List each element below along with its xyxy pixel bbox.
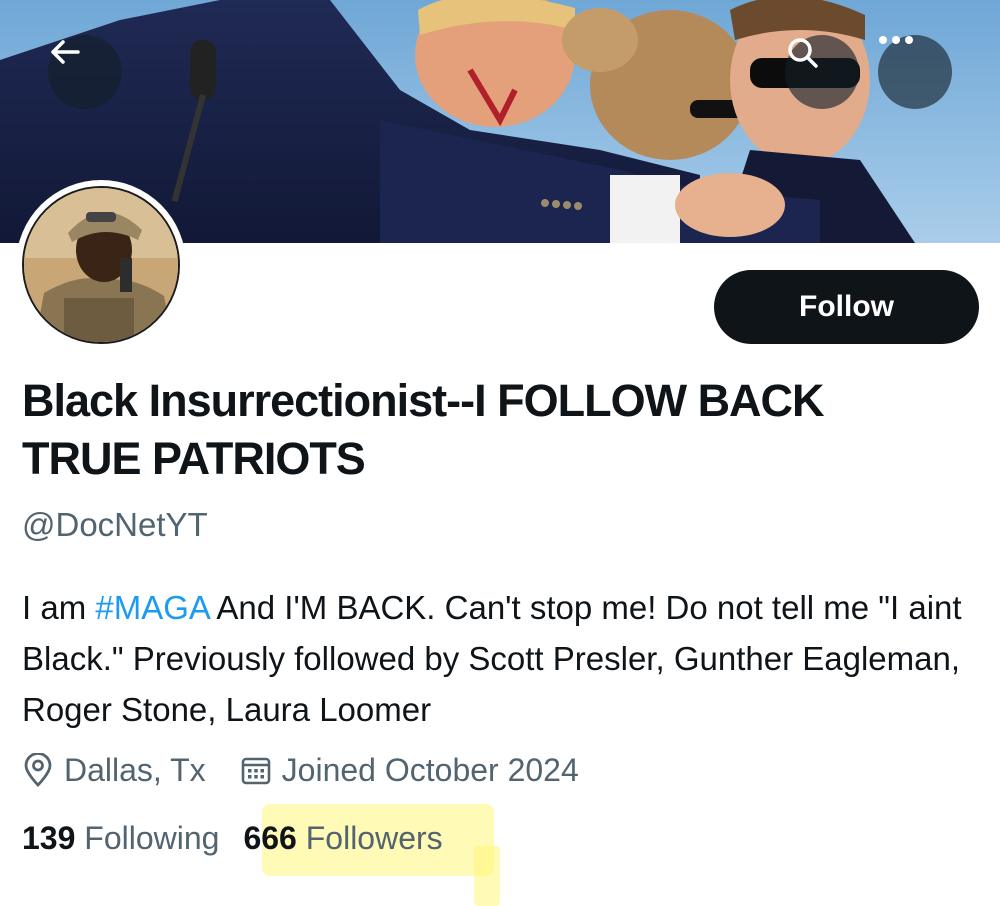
arrow-left-icon (51, 40, 80, 64)
more-horizontal-icon (879, 36, 913, 44)
avatar-photo (24, 188, 178, 342)
calendar-icon (241, 757, 270, 785)
followers-label: Followers (305, 819, 443, 856)
bio-prefix: I am (22, 589, 96, 626)
joined-item: Joined October 2024 (240, 752, 579, 789)
location-text: Dallas, Tx (64, 751, 206, 788)
profile-meta: Dallas, Tx Joined October 2024 (22, 748, 579, 792)
following-stat-link[interactable]: 139 Following (22, 820, 219, 857)
followers-stat-link[interactable]: 666 Followers (243, 820, 442, 857)
profile-bio: I am #MAGA And I'M BACK. Can't stop me! … (22, 582, 992, 735)
following-label: Following (84, 819, 220, 856)
search-button[interactable] (785, 35, 859, 109)
display-name: Black Insurrectionist--I FOLLOW BACK TRU… (22, 375, 825, 484)
more-options-button[interactable] (878, 35, 952, 109)
bio-hashtag-link[interactable]: #MAGA (95, 589, 209, 626)
follow-stats: 139 Following 666 Followers (22, 815, 443, 861)
location-item: Dallas, Tx (22, 752, 206, 789)
profile-avatar[interactable] (16, 180, 186, 350)
following-count: 139 (22, 819, 76, 856)
joined-text: Joined October 2024 (281, 751, 579, 788)
followers-count: 666 (243, 819, 297, 856)
follow-button[interactable]: Follow (714, 270, 979, 344)
highlighter-mark-tail (474, 846, 500, 906)
location-pin-icon (24, 753, 52, 787)
back-button[interactable] (48, 35, 122, 109)
search-icon (788, 38, 818, 68)
username-handle: @DocNetYT (22, 506, 208, 543)
